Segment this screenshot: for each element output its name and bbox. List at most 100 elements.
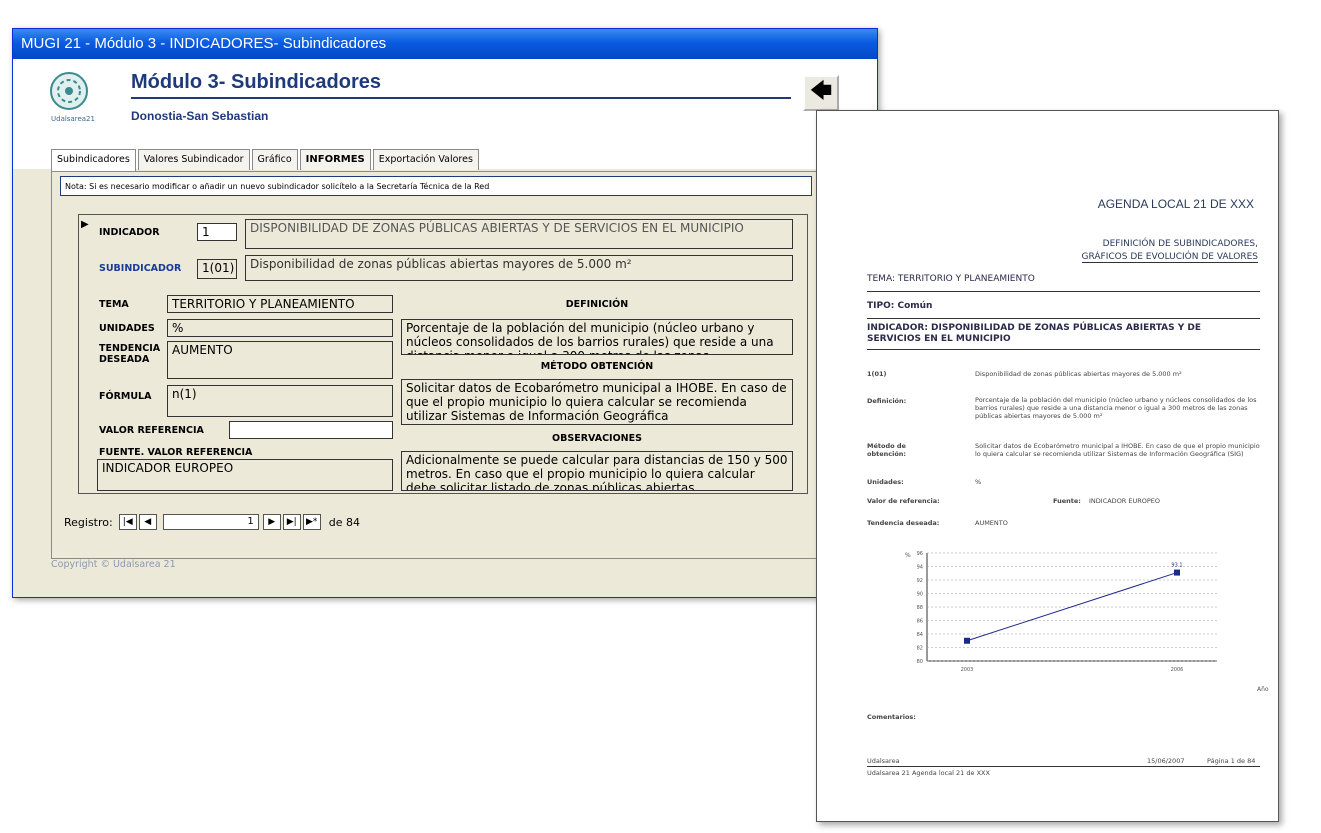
tab-subindicadores[interactable]: Subindicadores: [51, 149, 136, 172]
observaciones-field[interactable]: Adicionalmente se puede calcular para di…: [401, 451, 793, 491]
definicion-field[interactable]: Porcentaje de la población del municipio…: [401, 319, 793, 355]
evolution-chart: 80 82 84 86 88 90 92 94 96% Año 2003 2006 93.1: [905, 551, 1269, 693]
report-metodo-label: Método de obtención:: [867, 442, 907, 458]
copyright: Copyright © Udalsarea 21: [51, 559, 176, 570]
y-axis-label: %: [905, 552, 911, 559]
record-navigator: Registro: |◀ ◀ 1 ▶ ▶| ▶* de 84: [64, 514, 360, 530]
x-tick-label: 2006: [1171, 667, 1184, 673]
record-selector-icon[interactable]: ▶: [81, 219, 89, 230]
record-number-input[interactable]: 1: [162, 514, 259, 530]
valor-referencia-label: VALOR REFERENCIA: [99, 425, 204, 436]
window-title: MUGI 21 - Módulo 3 - INDICADORES- Subind…: [13, 29, 877, 59]
report-fuente-label: Fuente:: [1053, 497, 1081, 505]
tab-valores-subindicador[interactable]: Valores Subindicador: [137, 149, 250, 170]
tema-field[interactable]: TERRITORIO Y PLANEAMIENTO: [167, 295, 393, 313]
title-underline: [131, 97, 791, 99]
tab-grafico[interactable]: Gráfico: [251, 149, 298, 170]
report-metodo-text: Solicitar datos de Ecobarómetro municipa…: [975, 442, 1260, 458]
report-tipo: TIPO: Común: [867, 301, 933, 311]
y-tick-label: 86: [917, 619, 923, 625]
tema-label: TEMA: [99, 299, 129, 310]
report-footer-date: 15/06/2007: [1147, 757, 1185, 765]
arrow-left-icon: 🡄: [809, 79, 833, 104]
y-tick-label: 82: [917, 646, 923, 652]
next-record-button[interactable]: ▶: [262, 514, 281, 530]
report-definicion-text: Porcentaje de la población del municipio…: [975, 396, 1257, 420]
navigator-label: Registro:: [64, 515, 113, 529]
data-point: [1174, 569, 1180, 576]
report-footer-page: Página 1 de 84: [1207, 757, 1256, 765]
report-code-text: Disponibilidad de zonas públicas abierta…: [975, 370, 1182, 378]
definicion-title: DEFINICIÓN: [565, 299, 629, 310]
report-tendencia-label: Tendencia deseada:: [867, 519, 940, 527]
info-note: Nota: Si es necesario modificar o añadir…: [60, 176, 812, 196]
report-divider: [867, 766, 1260, 767]
indicador-number-field[interactable]: 1: [197, 223, 237, 241]
y-tick-label: 88: [917, 605, 923, 611]
unidades-field[interactable]: %: [167, 319, 393, 337]
municipality-name: Donostia-San Sebastian: [131, 109, 269, 123]
record-total: de 84: [328, 515, 360, 529]
prev-record-button[interactable]: ◀: [138, 514, 157, 530]
y-tick-label: 80: [917, 659, 923, 665]
report-tendencia-value: AUMENTO: [975, 519, 1008, 527]
y-tick-label: 96: [917, 551, 923, 557]
unidades-label: UNIDADES: [99, 323, 155, 334]
report-tema: TEMA: TERRITORIO Y PLANEAMIENTO: [867, 274, 1035, 284]
y-tick-label: 84: [917, 632, 923, 638]
subindicador-code-field[interactable]: 1(01): [197, 259, 237, 279]
fuente-label: FUENTE. VALOR REFERENCIA: [99, 447, 253, 458]
last-record-button[interactable]: ▶|: [282, 514, 301, 530]
observaciones-title: OBSERVACIONES: [552, 433, 642, 444]
report-fuente-value: INDICADOR EUROPEO: [1089, 497, 1161, 505]
report-comentarios-label: Comentarios:: [867, 713, 916, 721]
y-tick-label: 92: [917, 578, 923, 584]
record-form: ▶ INDICADOR 1 DISPONIBILIDAD DE ZONAS PÚ…: [78, 214, 808, 494]
fuente-field[interactable]: INDICADOR EUROPEO: [97, 459, 393, 491]
report-subtitle-1: DEFINICIÓN DE SUBINDICADORES,: [1102, 239, 1258, 249]
series-line: [966, 572, 1178, 642]
report-footer-left: Udalsarea: [867, 757, 900, 765]
report-code: 1(01): [867, 370, 887, 378]
report-divider: [867, 349, 1260, 350]
tendencia-field[interactable]: AUMENTO: [167, 341, 393, 379]
valor-referencia-field[interactable]: [229, 421, 393, 439]
report-definicion-label: Definición:: [867, 397, 907, 405]
report-unidades-label: Unidades:: [867, 478, 904, 486]
tab-strip: Subindicadores Valores Subindicador Gráf…: [51, 149, 481, 172]
report-valor-ref-label: Valor de referencia:: [867, 497, 940, 505]
tab-panel: Nota: Si es necesario modificar o añadir…: [51, 171, 821, 559]
report-page: AGENDA LOCAL 21 DE XXX DEFINICIÓN DE SUB…: [816, 110, 1279, 822]
module-title: Módulo 3- Subindicadores: [131, 71, 382, 93]
x-axis-label: Año: [1257, 686, 1269, 693]
data-label: 93.1: [1171, 563, 1182, 569]
metodo-field[interactable]: Solicitar datos de Ecobarómetro municipa…: [401, 379, 793, 425]
x-tick-label: 2003: [961, 667, 974, 673]
metodo-title: MÉTODO OBTENCIÓN: [540, 361, 654, 372]
report-divider: [867, 291, 1260, 292]
udalsarea-logo: [50, 72, 88, 110]
report-title: AGENDA LOCAL 21 DE XXX: [1097, 197, 1254, 211]
first-record-button[interactable]: |◀: [118, 514, 137, 530]
y-tick-label: 90: [917, 592, 923, 598]
indicador-text-field[interactable]: DISPONIBILIDAD DE ZONAS PÚBLICAS ABIERTA…: [245, 219, 793, 249]
report-divider: [867, 318, 1260, 319]
tab-informes[interactable]: INFORMES: [299, 149, 371, 170]
logo-caption: Udalsarea21: [51, 115, 95, 123]
back-button[interactable]: 🡄: [803, 75, 839, 111]
report-footer-left2: Udalsarea 21 Agenda local 21 de XXX: [867, 769, 990, 777]
new-record-button[interactable]: ▶*: [302, 514, 321, 530]
tab-exportacion-valores[interactable]: Exportación Valores: [372, 149, 479, 170]
formula-field[interactable]: n(1): [167, 385, 393, 417]
data-point: [964, 637, 970, 644]
tendencia-label: TENDENCIA DESEADA: [99, 343, 161, 365]
indicador-label: INDICADOR: [99, 227, 160, 238]
report-subtitle-2: GRÁFICOS DE EVOLUCIÓN DE VALORES: [1081, 252, 1258, 263]
formula-label: FÓRMULA: [99, 391, 152, 402]
subindicador-text-field[interactable]: Disponibilidad de zonas públicas abierta…: [245, 255, 793, 281]
y-tick-label: 94: [917, 565, 923, 571]
subindicador-label: SUBINDICADOR: [99, 263, 182, 274]
main-window: MUGI 21 - Módulo 3 - INDICADORES- Subind…: [12, 28, 878, 598]
report-indicador: INDICADOR: DISPONIBILIDAD DE ZONAS PÚBLI…: [867, 323, 1202, 344]
report-unidades-value: %: [975, 478, 982, 486]
